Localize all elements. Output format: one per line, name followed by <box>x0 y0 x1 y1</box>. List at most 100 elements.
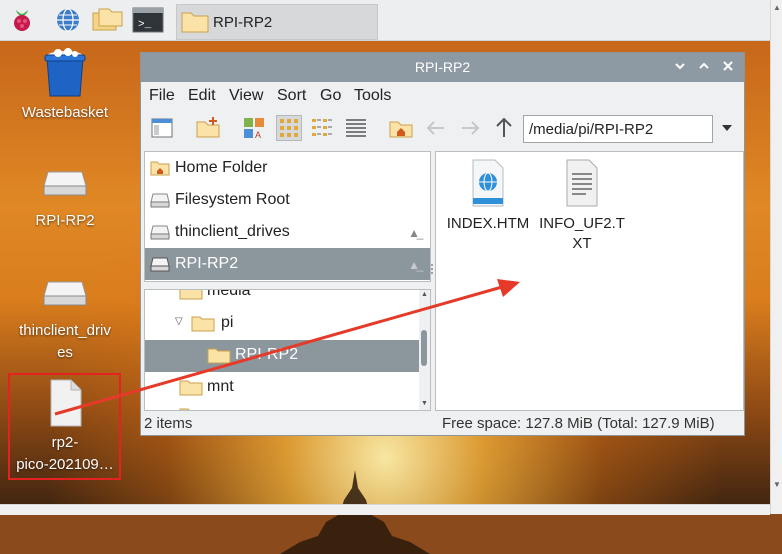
item-count: 2 items <box>144 415 193 432</box>
desktop-icon-thinclient-drives[interactable]: thinclient_driv es <box>10 280 120 364</box>
taskbar: >_ RPI-RP2 <box>0 0 782 41</box>
drive-icon <box>43 281 87 306</box>
tree-item-next[interactable] <box>145 402 420 410</box>
tree-item-mnt[interactable]: mnt <box>145 372 420 404</box>
desktop-horizontal-scrollbar[interactable] <box>0 504 770 515</box>
drive-icon <box>150 193 170 208</box>
place-thinclient-drives[interactable]: thinclient_drives ▲̲ <box>145 216 430 248</box>
thumbnail-view-button[interactable]: A <box>241 115 267 141</box>
desktop-icon-label-line2: es <box>57 344 73 361</box>
file-info-uf2-txt[interactable]: INFO_UF2.T XT <box>536 158 628 254</box>
file-manager-window: RPI-RP2 File Edit View Sort Go Tools A /… <box>140 52 745 436</box>
desktop-icon-label: RPI-RP2 <box>35 212 95 229</box>
file-label-line2: XT <box>572 235 592 252</box>
place-label: Home Folder <box>175 159 268 176</box>
file-index-htm[interactable]: INDEX.HTM <box>442 158 534 234</box>
file-manager-icon[interactable] <box>92 7 124 33</box>
arrow-up-icon <box>496 117 512 137</box>
list-view-button[interactable] <box>343 115 369 141</box>
up-button[interactable] <box>491 115 517 141</box>
desktop-vertical-scrollbar[interactable]: ▲ ▼ <box>770 0 782 514</box>
icon-view-button[interactable] <box>276 115 302 141</box>
tree-item-rpi-rp2[interactable]: RPI-RP2 <box>145 340 420 372</box>
folder-icon <box>179 290 203 300</box>
svg-text:A: A <box>255 130 261 140</box>
tree-item-label: pi <box>221 314 234 331</box>
directory-tree: media ▽ pi RPI-RP2 mnt ▲ ▼ <box>144 289 431 411</box>
status-bar: 2 items Free space: 127.8 MiB (Total: 12… <box>141 411 744 435</box>
new-window-icon <box>151 118 173 138</box>
file-label-line1: INFO_UF2.T <box>539 215 625 232</box>
taskbar-window-button[interactable]: RPI-RP2 <box>176 4 378 40</box>
chevron-down-icon <box>722 125 732 131</box>
arrow-left-icon <box>426 121 444 135</box>
path-bar[interactable]: /media/pi/RPI-RP2 <box>523 115 713 143</box>
terminal-icon[interactable]: >_ <box>132 7 164 33</box>
web-browser-icon[interactable] <box>54 7 82 33</box>
menu-view[interactable]: View <box>229 87 263 105</box>
raspberry-menu-icon[interactable] <box>8 7 36 33</box>
place-filesystem-root[interactable]: Filesystem Root <box>145 184 430 216</box>
chevron-down-icon <box>675 63 685 70</box>
new-window-button[interactable] <box>149 115 175 141</box>
trash-icon <box>44 48 86 97</box>
path-history-dropdown[interactable] <box>721 123 733 135</box>
tree-scrollbar-thumb[interactable] <box>421 330 427 366</box>
text-file-icon <box>566 159 598 207</box>
menu-bar: File Edit View Sort Go Tools <box>141 83 744 109</box>
drive-icon <box>150 225 170 240</box>
menu-go[interactable]: Go <box>320 87 341 105</box>
file-view: INDEX.HTM INFO_UF2.T XT <box>435 151 744 411</box>
chevron-up-icon <box>699 62 709 69</box>
highlight-box <box>8 373 121 480</box>
html-file-icon <box>472 159 504 207</box>
eject-icon[interactable]: ▲̲ <box>408 258 420 272</box>
taskbar-window-label: RPI-RP2 <box>213 14 273 31</box>
window-titlebar[interactable]: RPI-RP2 <box>141 53 744 82</box>
list-view-icon <box>346 119 366 137</box>
menu-sort[interactable]: Sort <box>277 87 306 105</box>
new-tab-button[interactable] <box>195 115 221 141</box>
window-title: RPI-RP2 <box>414 59 471 75</box>
place-home-folder[interactable]: Home Folder <box>145 152 430 184</box>
folder-icon <box>191 316 215 332</box>
minimize-button[interactable] <box>671 59 689 77</box>
tree-scrollbar[interactable]: ▲ ▼ <box>419 290 430 410</box>
home-folder-icon <box>389 121 413 138</box>
thumbnail-view-icon: A <box>244 118 264 140</box>
menu-edit[interactable]: Edit <box>188 87 216 105</box>
close-icon <box>723 61 733 71</box>
desktop-icon-rpi-rp2[interactable]: RPI-RP2 <box>10 170 120 232</box>
desktop-icon-label-line1: thinclient_driv <box>19 322 111 339</box>
place-label: thinclient_drives <box>175 223 290 240</box>
folder-icon <box>179 380 203 396</box>
back-button[interactable] <box>423 115 449 141</box>
compact-view-icon <box>312 119 332 136</box>
arrow-right-icon <box>462 121 480 135</box>
desktop-icon-label: Wastebasket <box>21 104 109 121</box>
expander-icon[interactable]: ▽ <box>175 316 183 327</box>
desktop-icon-wastebasket[interactable]: Wastebasket <box>10 48 120 124</box>
free-space: Free space: 127.8 MiB (Total: 127.9 MiB) <box>442 415 715 432</box>
tree-item-pi[interactable]: ▽ pi <box>145 308 420 340</box>
svg-text:>_: >_ <box>138 19 152 31</box>
eject-icon[interactable]: ▲̲ <box>408 226 420 240</box>
tree-item-label: media <box>207 289 251 299</box>
folder-icon <box>181 12 209 33</box>
compact-view-button[interactable] <box>309 115 335 141</box>
maximize-button[interactable] <box>695 59 713 77</box>
forward-button[interactable] <box>457 115 483 141</box>
tree-item-label: RPI-RP2 <box>235 346 299 363</box>
places-pane: Home Folder Filesystem Root thinclient_d… <box>144 151 431 282</box>
close-button[interactable] <box>719 59 737 77</box>
drive-icon <box>43 171 87 196</box>
tree-item-media[interactable]: media <box>145 289 420 308</box>
place-rpi-rp2[interactable]: RPI-RP2 ▲̲ <box>145 248 430 280</box>
place-label: RPI-RP2 <box>175 255 239 272</box>
pane-splitter[interactable] <box>430 253 434 283</box>
menu-file[interactable]: File <box>149 87 175 105</box>
home-button[interactable] <box>388 115 414 141</box>
icon-view-icon <box>280 119 298 137</box>
menu-tools[interactable]: Tools <box>354 87 391 105</box>
drive-icon <box>150 257 170 272</box>
